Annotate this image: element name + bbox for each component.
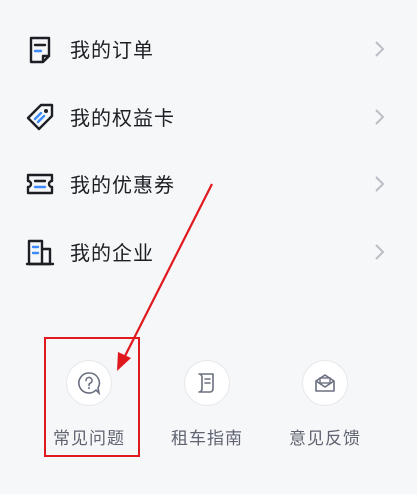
chevron-right-icon <box>375 243 385 260</box>
menu-item-label: 我的权益卡 <box>70 106 175 130</box>
menu-item-orders[interactable]: 我的订单 <box>0 15 417 82</box>
shortcut-label: 意见反馈 <box>289 429 361 449</box>
guide-scroll-icon <box>198 373 214 393</box>
shortcut-feedback[interactable]: 意见反馈 <box>277 360 373 449</box>
menu-item-benefit-cards[interactable]: 我的权益卡 <box>0 83 417 150</box>
feedback-circle[interactable] <box>302 360 348 406</box>
shortcut-rental-guide[interactable]: 租车指南 <box>159 360 255 449</box>
chevron-right-icon <box>375 175 385 192</box>
order-list-icon <box>29 36 51 63</box>
menu-item-label: 我的订单 <box>70 38 154 62</box>
coupon-icon <box>26 173 54 194</box>
feedback-envelope-icon <box>315 374 335 392</box>
chevron-right-icon <box>375 40 385 57</box>
menu-item-label: 我的优惠券 <box>70 173 175 197</box>
menu-item-enterprise[interactable]: 我的企业 <box>0 218 417 285</box>
menu-item-coupons[interactable]: 我的优惠券 <box>0 150 417 217</box>
annotation-highlight-box <box>44 337 140 457</box>
building-icon <box>25 239 55 265</box>
chevron-right-icon <box>375 108 385 125</box>
shortcut-label: 租车指南 <box>171 429 243 449</box>
menu-item-label: 我的企业 <box>70 241 154 265</box>
tag-icon <box>26 103 54 130</box>
guide-circle[interactable] <box>184 360 230 406</box>
